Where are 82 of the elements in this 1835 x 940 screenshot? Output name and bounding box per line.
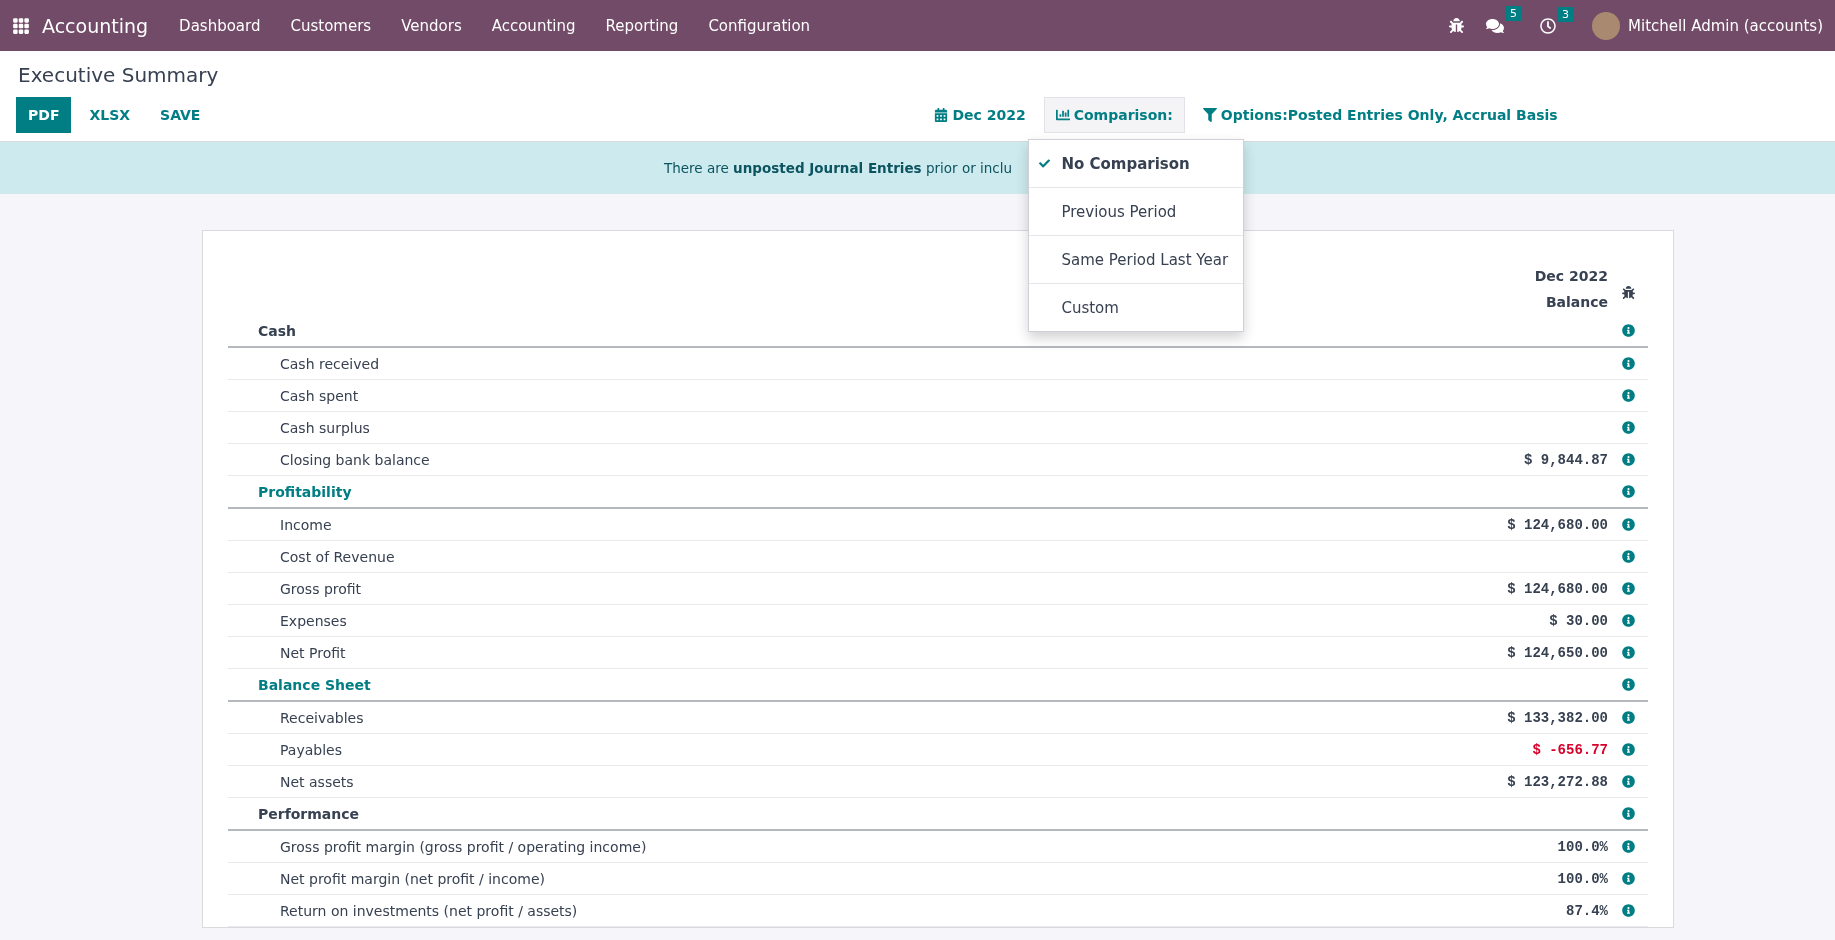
clock-icon[interactable]	[1540, 17, 1557, 34]
amount-value: $ 30.00	[1549, 612, 1608, 629]
line-label: Income	[280, 516, 332, 533]
page-title: Executive Summary	[18, 63, 220, 87]
info-icon[interactable]	[1621, 582, 1635, 595]
dropdown-item[interactable]: Same Period Last Year	[1029, 236, 1244, 284]
line-label: Expenses	[280, 612, 347, 629]
message-count-badge: 5	[1505, 5, 1523, 21]
filter-button[interactable]: Dec 2022	[922, 97, 1038, 133]
section-title: Performance	[258, 805, 360, 822]
amount-value: 100.0%	[1557, 838, 1608, 855]
amount-value: $ -656.77	[1532, 741, 1608, 758]
info-icon[interactable]	[1621, 614, 1635, 627]
line-label: Net Profit	[280, 644, 346, 661]
bug-icon[interactable]	[1449, 18, 1465, 33]
amount-value: $ 124,680.00	[1507, 516, 1608, 533]
amount-value: $ 9,844.87	[1524, 451, 1608, 468]
info-icon[interactable]	[1621, 453, 1635, 466]
dropdown-item[interactable]: Previous Period	[1029, 188, 1244, 236]
amount-value: $ 133,382.00	[1507, 709, 1608, 726]
chat-icon[interactable]	[1486, 16, 1505, 35]
filter-button[interactable]: Options:Posted Entries Only, Accrual Basis	[1190, 97, 1570, 133]
line-label: Payables	[280, 741, 342, 758]
line-label: Return on investments (net profit / assets)	[280, 902, 578, 919]
info-icon[interactable]	[1621, 485, 1635, 498]
dropdown-item[interactable]: Custom	[1029, 284, 1244, 331]
info-icon[interactable]	[1621, 421, 1635, 434]
info-icon[interactable]	[1621, 518, 1635, 531]
line-label: Gross profit margin (gross profit / operating income)	[280, 838, 647, 855]
info-icon[interactable]	[1621, 807, 1635, 820]
line-label: Cash spent	[280, 387, 359, 404]
section-title: Balance Sheet	[258, 676, 371, 693]
amount-value: $ 124,680.00	[1507, 580, 1608, 597]
info-icon[interactable]	[1621, 646, 1635, 659]
info-icon[interactable]	[1621, 324, 1635, 337]
section-title: Cash	[258, 322, 297, 339]
export-button[interactable]: PDF	[16, 97, 72, 133]
export-button[interactable]: XLSX	[77, 97, 143, 133]
export-button[interactable]: SAVE	[148, 97, 213, 133]
info-icon[interactable]	[1621, 678, 1635, 691]
bar-chart-icon	[1055, 108, 1070, 122]
apps-grid-icon[interactable]	[12, 16, 30, 35]
line-label: Net profit margin (net profit / income)	[280, 870, 545, 887]
info-icon[interactable]	[1621, 711, 1635, 724]
filter-button[interactable]: Comparison:	[1043, 97, 1185, 133]
nav-menu-item[interactable]: Reporting	[590, 16, 694, 35]
line-label: Receivables	[280, 709, 364, 726]
info-icon[interactable]	[1621, 357, 1635, 370]
line-label: Cash surplus	[280, 419, 370, 436]
info-icon[interactable]	[1621, 872, 1635, 885]
check-icon	[1039, 158, 1051, 169]
dropdown-item[interactable]: No Comparison	[1029, 140, 1244, 188]
activity-count-badge: 3	[1557, 6, 1575, 22]
info-icon[interactable]	[1621, 775, 1635, 788]
info-icon[interactable]	[1621, 743, 1635, 756]
section-title: Profitability	[258, 483, 352, 500]
line-label: Net assets	[280, 773, 354, 790]
nav-menu-item[interactable]: Accounting	[476, 16, 591, 35]
user-name[interactable]: Mitchell Admin (accounts)	[1628, 16, 1823, 35]
app-name[interactable]: Accounting	[42, 14, 149, 37]
bug-icon[interactable]	[1621, 285, 1635, 299]
nav-menu-item[interactable]: Vendors	[386, 16, 477, 35]
amount-value: $ 124,650.00	[1507, 644, 1608, 661]
info-icon[interactable]	[1621, 904, 1635, 917]
nav-menu-item[interactable]: Customers	[275, 16, 387, 35]
line-label: Cost of Revenue	[280, 548, 395, 565]
info-icon[interactable]	[1621, 840, 1635, 853]
amount-value: 87.4%	[1566, 902, 1608, 919]
info-icon[interactable]	[1621, 389, 1635, 402]
nav-menu-item[interactable]: Configuration	[693, 16, 826, 35]
amount-value: 100.0%	[1557, 870, 1608, 887]
nav-menu-item[interactable]: Dashboard	[164, 16, 276, 35]
filter-icon	[1202, 108, 1217, 122]
column-header: Dec 2022	[1534, 267, 1608, 286]
info-icon[interactable]	[1621, 550, 1635, 563]
line-label: Cash received	[280, 355, 380, 372]
column-header: Balance	[1544, 293, 1608, 312]
line-label: Gross profit	[280, 580, 362, 597]
alert-text: There are unposted Journal Entries prior or inclu	[664, 160, 1013, 176]
line-label: Closing bank balance	[280, 451, 430, 468]
amount-value: $ 123,272.88	[1507, 773, 1608, 790]
calendar-icon	[934, 108, 949, 122]
